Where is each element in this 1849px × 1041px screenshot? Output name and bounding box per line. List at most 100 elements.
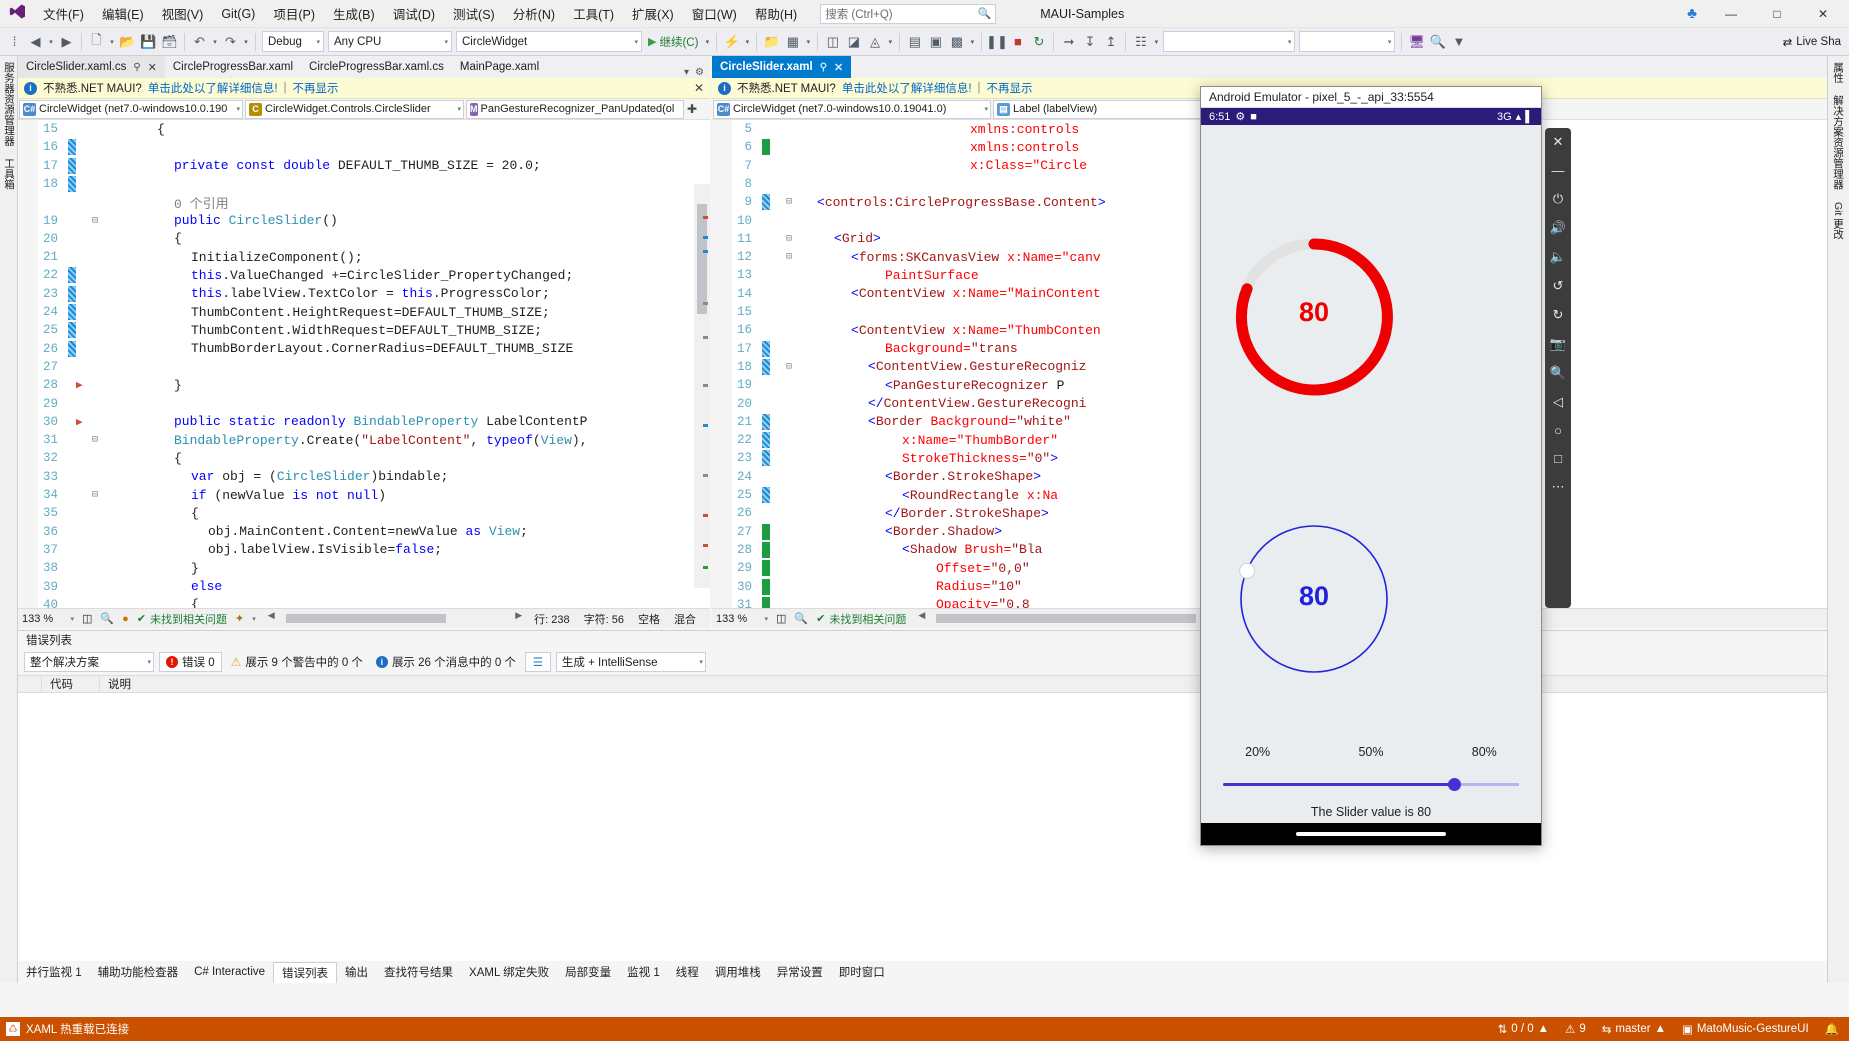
emulator-screen[interactable]: 80 80 20% 50% 80% The Slider value is 80	[1201, 125, 1541, 823]
nav-member-dropdown[interactable]: M PanGestureRecognizer_PanUpdated(ol ▾	[466, 99, 684, 119]
redo-icon[interactable]: ↷	[220, 31, 241, 53]
fold-toggle[interactable]: ⊟	[782, 361, 796, 373]
left-zoom-control[interactable]: 133 % ▾	[22, 613, 74, 625]
tool-window-tab[interactable]: 并行监视 1	[18, 962, 90, 982]
rail-tab-solution-explorer[interactable]: 解决方案资源管理器	[1828, 89, 1849, 196]
layout-caret-icon[interactable]: ▾	[803, 38, 813, 46]
new-project-icon[interactable]: 🗋	[86, 31, 107, 53]
distribute-h-icon[interactable]: ▤	[904, 31, 925, 53]
camera-icon[interactable]: 📷	[1550, 336, 1566, 352]
fold-toggle[interactable]: ⊟	[782, 196, 796, 208]
startup-project-dropdown[interactable]: CircleWidget ▾	[456, 31, 642, 52]
hot-reload-caret-icon[interactable]: ▾	[742, 38, 752, 46]
tab-circleslider-xaml[interactable]: CircleSlider.xaml ⚲ ✕	[712, 56, 852, 78]
split-editor-icon[interactable]: ◫	[776, 612, 786, 625]
menu-edit[interactable]: 编辑(E)	[93, 0, 153, 27]
chevron-down-icon[interactable]: ▾	[252, 615, 256, 623]
configuration-dropdown[interactable]: Debug ▾	[262, 31, 324, 52]
nav-element-dropdown[interactable]: ▤ Label (labelView) ▾	[993, 99, 1223, 119]
thread-dropdown[interactable]: ▾	[1299, 31, 1396, 52]
close-icon[interactable]: ✕	[1553, 134, 1564, 150]
build-filter-dropdown[interactable]: 生成 + IntelliSense ▾	[555, 652, 706, 672]
scroll-right-icon[interactable]: ▶	[515, 610, 522, 621]
maximize-button[interactable]: □	[1755, 0, 1799, 28]
power-icon[interactable]: ⏻	[1553, 191, 1563, 207]
toolbar-overflow-icon[interactable]: ▼	[1448, 31, 1469, 53]
warnings-filter-button[interactable]: ⚠ 展示 9 个警告中的 0 个	[227, 652, 367, 672]
nav-back-caret-icon[interactable]: ▾	[46, 38, 56, 46]
zoom-icon[interactable]: 🔍	[1550, 365, 1566, 381]
live-share-button[interactable]: ⇄ Live Sha	[1783, 35, 1849, 49]
rail-tab-properties[interactable]: 属性	[1828, 56, 1849, 89]
error-list-rows[interactable]	[18, 693, 1849, 961]
errors-filter-button[interactable]: ! 错误 0	[159, 652, 222, 672]
fold-toggle[interactable]: ⊟	[88, 215, 102, 227]
linear-slider[interactable]	[1223, 777, 1519, 793]
live-share-small-icon[interactable]: ●	[122, 613, 129, 625]
left-vertical-scrollbar[interactable]	[694, 184, 710, 588]
emulator-navigation-bar[interactable]	[1201, 823, 1541, 845]
warnings-chip[interactable]: ⚠ 9	[1565, 1022, 1586, 1036]
scroll-left-icon[interactable]: ◀	[918, 610, 925, 621]
step-into-icon[interactable]: ↧	[1079, 31, 1100, 53]
new-project-caret-icon[interactable]: ▾	[107, 38, 117, 46]
close-icon[interactable]: ✕	[834, 61, 843, 74]
minimize-button[interactable]: —	[1709, 0, 1753, 28]
nav-project-dropdown[interactable]: C# CircleWidget (net7.0-windows10.0.1904…	[713, 99, 991, 119]
scope-dropdown[interactable]: 整个解决方案 ▾	[24, 652, 154, 672]
search-input[interactable]: 搜索 (Ctrl+Q) 🔍	[820, 3, 997, 24]
pin-icon[interactable]: ⚲	[133, 62, 140, 73]
intellicode-icon[interactable]: ✦	[235, 612, 244, 625]
tab-list-icon[interactable]: ▾	[684, 67, 689, 78]
tab-circleslider-xaml-cs[interactable]: CircleSlider.xaml.cs ⚲ ✕	[18, 56, 165, 78]
tool-window-tab[interactable]: 调用堆栈	[707, 962, 769, 982]
scroll-left-icon[interactable]: ◀	[268, 610, 275, 621]
tool-window-tab[interactable]: 输出	[337, 962, 376, 982]
notifications-icon[interactable]: 🔔	[1825, 1022, 1839, 1036]
fold-toggle[interactable]: ⊟	[88, 434, 102, 446]
split-editor-icon[interactable]: ◫	[82, 612, 92, 625]
circle-slider-widget[interactable]: 80	[1230, 515, 1398, 683]
step-out-icon[interactable]: ↥	[1100, 31, 1121, 53]
close-button[interactable]: ✕	[1801, 0, 1845, 28]
menu-debug[interactable]: 调试(D)	[384, 0, 444, 27]
emulator-side-toolbar[interactable]: ✕ — ⏻ 🔊 🔈 ↺ ↻ 📷 🔍 ◁ ○ □ ⋯	[1545, 128, 1571, 608]
stop-icon[interactable]: ■	[1007, 31, 1028, 53]
volume-down-icon[interactable]: 🔈	[1550, 249, 1566, 265]
tool-window-tab[interactable]: 辅助功能检查器	[90, 962, 187, 982]
column-severity[interactable]	[18, 676, 42, 692]
pin-icon[interactable]: ⚲	[820, 62, 827, 73]
menu-file[interactable]: 文件(F)	[34, 0, 93, 27]
info-close-icon[interactable]: ✕	[694, 81, 704, 95]
pause-icon[interactable]: ❚❚	[986, 31, 1008, 53]
minimize-icon[interactable]: —	[1552, 163, 1565, 178]
tab-mainpage-xaml[interactable]: MainPage.xaml	[451, 56, 548, 78]
align-left-icon[interactable]: ◫	[822, 31, 843, 53]
column-code[interactable]: 代码	[42, 676, 100, 692]
main-menu[interactable]: 文件(F) 编辑(E) 视图(V) Git(G) 项目(P) 生成(B) 调试(…	[34, 0, 806, 27]
breakpoint-marker[interactable]: ▶	[76, 378, 88, 392]
slider-thumb[interactable]	[1447, 778, 1461, 791]
hot-reload-xaml-icon[interactable]: 🔍	[1427, 31, 1448, 53]
rail-tab-git-changes[interactable]: Git 更改	[1828, 196, 1849, 245]
menu-window[interactable]: 窗口(W)	[683, 0, 746, 27]
folder-icon[interactable]: 📁	[761, 31, 782, 53]
info-learn-more-link[interactable]: 单击此处以了解详细信息!	[842, 80, 972, 96]
hscroll-thumb[interactable]	[285, 614, 446, 623]
repo-chip[interactable]: ▣ MatoMusic-GestureUI	[1682, 1022, 1809, 1036]
right-zoom-control[interactable]: 133 % ▾	[716, 613, 768, 625]
menu-help[interactable]: 帮助(H)	[746, 0, 806, 27]
close-icon[interactable]: ✕	[148, 61, 157, 74]
align-right-icon[interactable]: ◬	[864, 31, 885, 53]
overview-icon[interactable]: □	[1554, 451, 1562, 466]
fold-toggle[interactable]: ⊟	[88, 489, 102, 501]
navigate-forward-icon[interactable]: ▶	[56, 31, 77, 53]
menu-test[interactable]: 测试(S)	[444, 0, 504, 27]
scrollbar-thumb[interactable]	[697, 204, 707, 314]
rail-tab-server-explorer[interactable]: 服务器资源管理器	[0, 56, 19, 152]
back-icon[interactable]: ◁	[1553, 394, 1563, 410]
save-all-icon[interactable]: 🗃	[159, 31, 180, 53]
menu-build[interactable]: 生成(B)	[324, 0, 384, 27]
rail-tab-toolbox[interactable]: 工具箱	[0, 152, 19, 196]
source-control-changes[interactable]: ⇅ 0 / 0 ▲	[1498, 1022, 1549, 1036]
